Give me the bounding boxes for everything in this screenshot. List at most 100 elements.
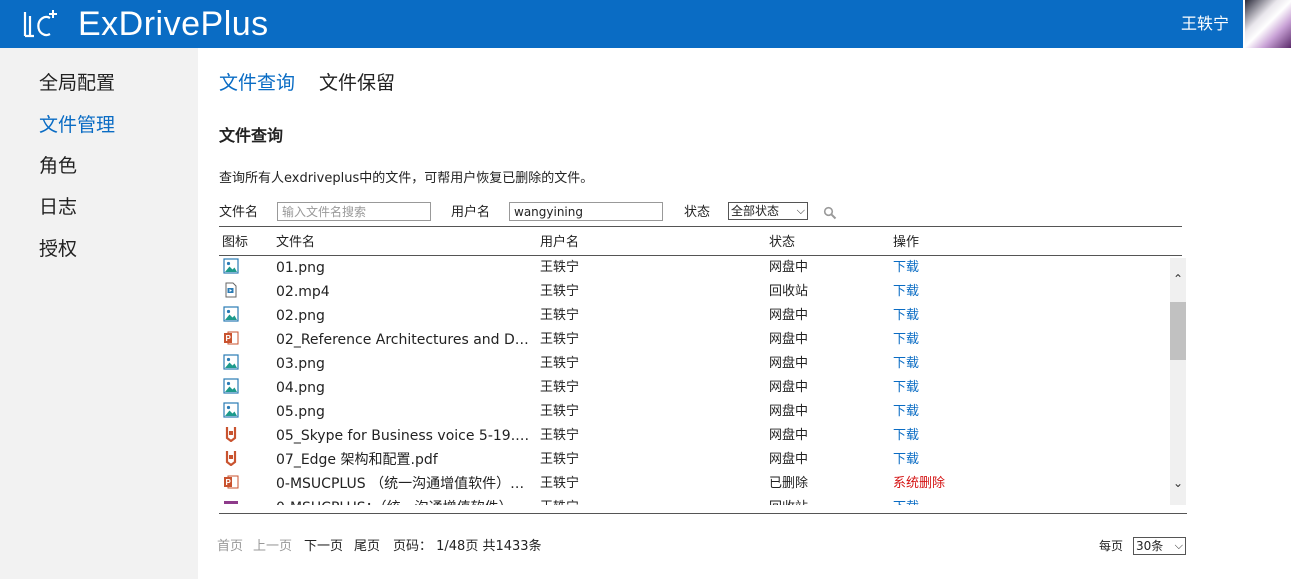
file-owner: 王轶宁 <box>540 499 579 505</box>
download-link[interactable]: 下载 <box>893 355 919 373</box>
table-row[interactable]: 07_Edge 架构和配置.pdf 王轶宁 网盘中 下载 <box>219 448 1170 472</box>
sidebar-item-roles[interactable]: 角色 <box>39 154 77 178</box>
table-top-divider <box>219 226 1182 227</box>
file-owner: 王轶宁 <box>540 284 580 299</box>
table-row[interactable]: 04.png 王轶宁 网盘中 下载 <box>219 376 1170 400</box>
pdf-file-icon <box>223 450 239 467</box>
file-status: 网盘中 <box>769 332 809 347</box>
archive-file-icon <box>223 498 239 505</box>
file-owner: 王轶宁 <box>540 380 580 395</box>
download-link[interactable]: 下载 <box>893 499 919 505</box>
chevron-down-icon: ⌵ <box>796 204 805 217</box>
file-list[interactable]: 01.png 王轶宁 网盘中 下载 02.mp4 王轶宁 回收站 下载 02.png 王轶宁 网盘中… <box>219 256 1170 505</box>
tab-file-retention[interactable]: 文件保留 <box>319 70 395 96</box>
table-row[interactable]: 03.png 王轶宁 网盘中 下载 <box>219 352 1170 376</box>
table-row[interactable]: 0-MSUCPLUS：（统一沟通增值软件） 王轶宁 回收站 下载 <box>219 496 1170 505</box>
column-header-icon: 图标 <box>222 235 249 250</box>
image-file-icon <box>223 258 239 274</box>
file-owner: 王轶宁 <box>540 476 580 491</box>
table-row[interactable]: P 0-MSUCPLUS （统一沟通增值软件）产品介绍.pptx 王轶宁 已删除 系统删… <box>219 472 1170 496</box>
file-status: 回收站 <box>769 499 808 505</box>
tab-file-query[interactable]: 文件查询 <box>219 70 295 96</box>
pagination-last[interactable]: 尾页 <box>354 538 380 555</box>
app-header: ExDrivePlus 王轶宁 <box>0 0 1291 48</box>
file-owner: 王轶宁 <box>540 356 580 371</box>
svg-text:P: P <box>226 334 232 343</box>
search-icon[interactable] <box>823 206 837 220</box>
scroll-up-icon[interactable]: ⌃ <box>1170 272 1186 286</box>
svg-text:P: P <box>226 478 232 487</box>
username-input[interactable] <box>509 202 663 221</box>
sidebar-item-file-management[interactable]: 文件管理 <box>39 113 115 137</box>
powerpoint-file-icon: P <box>223 474 239 490</box>
powerpoint-file-icon: P <box>223 330 239 346</box>
file-name: 05.png <box>276 404 325 420</box>
file-owner: 王轶宁 <box>540 332 580 347</box>
file-owner: 王轶宁 <box>540 428 580 443</box>
file-owner: 王轶宁 <box>540 308 580 323</box>
download-link[interactable]: 下载 <box>893 283 919 301</box>
scrollbar-thumb[interactable] <box>1170 302 1186 360</box>
table-row[interactable]: 01.png 王轶宁 网盘中 下载 <box>219 256 1170 280</box>
user-avatar[interactable] <box>1243 0 1291 48</box>
download-link[interactable]: 下载 <box>893 307 919 325</box>
status-select[interactable]: 全部状态 ⌵ <box>728 202 808 220</box>
file-status: 网盘中 <box>769 452 809 467</box>
download-link[interactable]: 下载 <box>893 451 919 469</box>
file-status: 网盘中 <box>769 260 809 275</box>
file-name: 04.png <box>276 380 325 396</box>
exdriveplus-logo-icon[interactable] <box>20 8 60 40</box>
table-row[interactable]: 05_Skype for Business voice 5-19.pdf 王轶宁 网… <box>219 424 1170 448</box>
file-name: 02.mp4 <box>276 284 330 300</box>
username-label: 用户名 <box>451 205 491 220</box>
chevron-down-icon: ⌵ <box>1174 539 1183 552</box>
pagination-page-info: 页码： 1/48页 共1433条 <box>393 539 542 554</box>
image-file-icon <box>223 354 239 370</box>
video-file-icon <box>223 282 239 298</box>
table-row[interactable]: 05.png 王轶宁 网盘中 下载 <box>219 400 1170 424</box>
sidebar-item-global-config[interactable]: 全局配置 <box>39 71 115 95</box>
download-link[interactable]: 下载 <box>893 403 919 421</box>
file-owner: 王轶宁 <box>540 260 580 275</box>
file-name: 03.png <box>276 356 325 372</box>
file-list-scrollbar[interactable]: ⌃ ⌄ <box>1170 258 1186 505</box>
status-select-value: 全部状态 <box>731 204 780 218</box>
download-link[interactable]: 下载 <box>893 427 919 445</box>
download-link[interactable]: 下载 <box>893 379 919 397</box>
file-status: 网盘中 <box>769 428 809 443</box>
file-name: 05_Skype for Business voice 5-19.pdf <box>276 428 534 444</box>
file-name: 0-MSUCPLUS：（统一沟通增值软件） <box>276 499 534 505</box>
file-status: 网盘中 <box>769 404 809 419</box>
download-link[interactable]: 下载 <box>893 331 919 349</box>
file-status: 回收站 <box>769 284 809 299</box>
column-header-status: 状态 <box>769 235 796 250</box>
column-header-action: 操作 <box>893 235 920 250</box>
column-header-filename: 文件名 <box>276 235 316 250</box>
image-file-icon <box>223 306 239 322</box>
app-title: ExDrivePlus <box>78 5 269 43</box>
table-row[interactable]: 02.png 王轶宁 网盘中 下载 <box>219 304 1170 328</box>
sidebar-item-authorization[interactable]: 授权 <box>39 237 77 261</box>
per-page-select[interactable]: 30条 ⌵ <box>1133 537 1186 555</box>
file-status: 已删除 <box>769 476 809 491</box>
pagination-prev[interactable]: 上一页 <box>253 538 292 555</box>
filename-search-input[interactable] <box>277 202 431 221</box>
section-title: 文件查询 <box>219 126 284 145</box>
pagination-next[interactable]: 下一页 <box>304 538 343 555</box>
current-user-name[interactable]: 王轶宁 <box>1181 14 1229 34</box>
image-file-icon <box>223 378 239 394</box>
file-owner: 王轶宁 <box>540 452 580 467</box>
system-delete-link[interactable]: 系统删除 <box>893 475 945 493</box>
table-row[interactable]: P 02_Reference Architectures and Design P… <box>219 328 1170 352</box>
column-header-username: 用户名 <box>540 235 580 250</box>
filename-label: 文件名 <box>219 205 259 220</box>
file-status: 网盘中 <box>769 356 809 371</box>
pdf-file-icon <box>223 426 239 443</box>
sidebar-item-logs[interactable]: 日志 <box>39 195 77 219</box>
pagination-first[interactable]: 首页 <box>217 538 243 555</box>
scroll-down-icon[interactable]: ⌄ <box>1170 476 1186 490</box>
image-file-icon <box>223 402 239 418</box>
download-link[interactable]: 下载 <box>893 259 919 277</box>
table-row[interactable]: 02.mp4 王轶宁 回收站 下载 <box>219 280 1170 304</box>
table-bottom-divider <box>219 513 1187 514</box>
